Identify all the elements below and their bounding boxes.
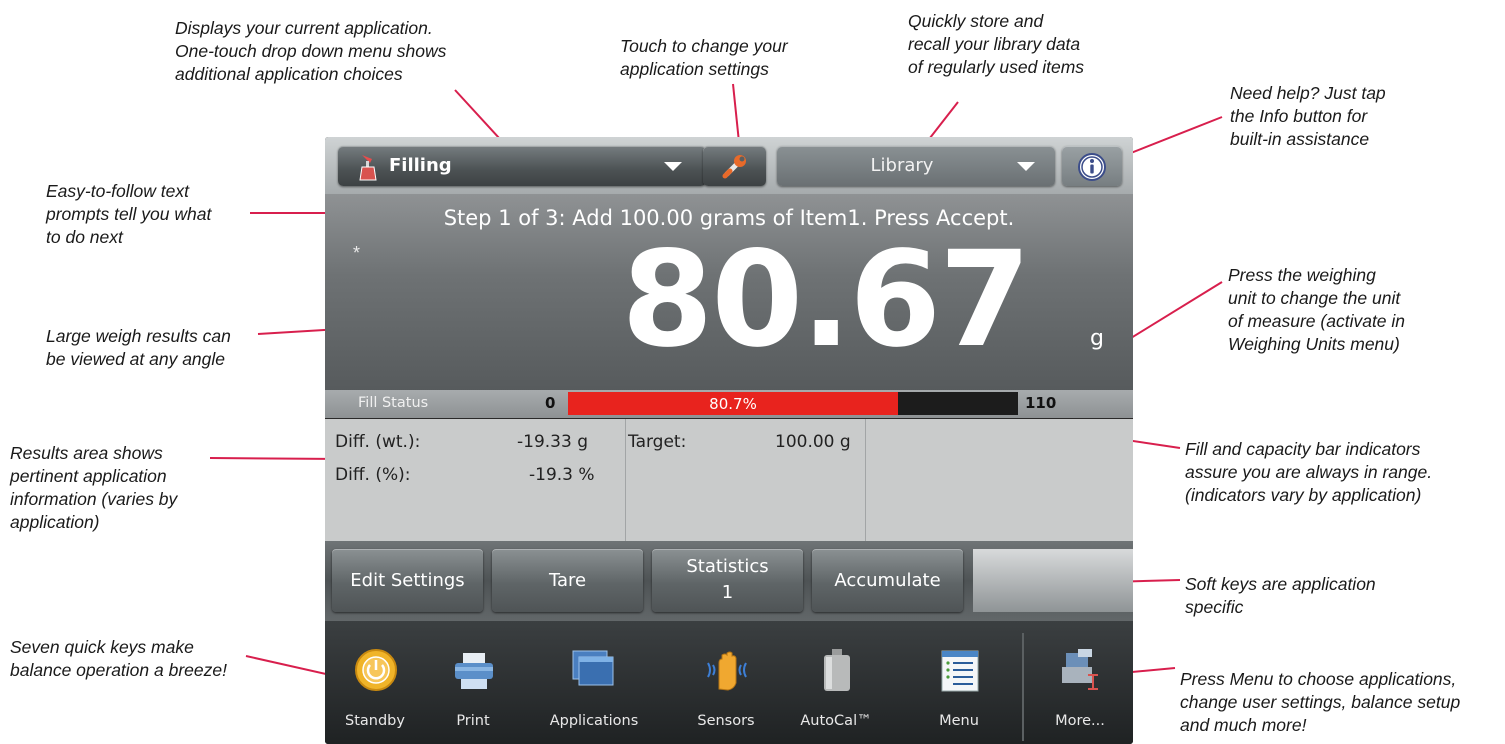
info-icon [1078, 153, 1106, 181]
annotation-settings: Touch to change your application setting… [620, 36, 788, 79]
quick-key-divider [1022, 633, 1024, 741]
diff-wt-label: Diff. (wt.): [335, 432, 421, 452]
annotation-weight: Large weigh results can be viewed at any… [46, 326, 231, 369]
standby-icon [355, 649, 397, 691]
more-key[interactable]: More... [1030, 621, 1130, 744]
applications-label: Applications [549, 713, 639, 729]
more-tools-icon [1062, 649, 1098, 690]
printer-icon [455, 653, 493, 689]
fill-percent: 80.7% [709, 395, 757, 413]
calibration-weight-icon [824, 649, 850, 691]
soft-keys: Edit Settings Tare Statistics 1 Accumula… [325, 541, 1133, 621]
annotation-softkeys: Soft keys are application specific [1185, 574, 1376, 617]
sensors-hand-icon [707, 651, 747, 691]
chevron-down-icon [664, 162, 682, 171]
tare-label: Tare [548, 570, 587, 591]
autocal-key[interactable]: AutoCal™ [786, 621, 886, 744]
annotation-menu: Press Menu to choose applications, chang… [1180, 669, 1461, 735]
target-value: 100.00 g [775, 432, 851, 452]
menu-label: Menu [939, 713, 979, 729]
standby-key[interactable]: Standby [325, 621, 425, 744]
annotation-prompt: Easy-to-follow text prompts tell you wha… [46, 181, 212, 247]
library-dropdown[interactable]: Library [777, 146, 1055, 186]
fill-bar-track: 80.7% [568, 392, 1018, 415]
chevron-down-icon [1017, 162, 1035, 171]
target-label: Target: [628, 432, 687, 452]
balance-screen: Filling Library Step 1 of 3: Add 100.00 … [325, 137, 1133, 744]
print-label: Print [456, 713, 490, 729]
settings-wrench-button[interactable] [703, 146, 766, 186]
filling-icon [359, 155, 377, 181]
annotation-library: Quickly store and recall your library da… [908, 11, 1085, 77]
results-cell-2: Target: 100.00 g [625, 419, 866, 541]
fill-min-value: 0 [545, 394, 556, 412]
results-cell-3 [865, 419, 1133, 541]
fill-max-value: 110 [1025, 394, 1057, 412]
annotation-fill: Fill and capacity bar indicators assure … [1185, 439, 1433, 505]
autocal-label: AutoCal™ [800, 713, 872, 729]
standby-label: Standby [345, 713, 405, 729]
quick-keys: Standby Print Applications Sensors AutoC… [325, 621, 1133, 744]
applications-icon [572, 650, 614, 686]
applications-key[interactable]: Applications [539, 621, 649, 744]
tare-button[interactable]: Tare [492, 549, 643, 612]
application-dropdown[interactable]: Filling [338, 146, 706, 186]
annotation-results: Results area shows pertinent application… [10, 443, 178, 532]
print-key[interactable]: Print [423, 621, 523, 744]
fill-status-label: Fill Status [358, 395, 429, 411]
results-cell-1: Diff. (wt.): -19.33 g Diff. (%): -19.3 % [325, 419, 626, 541]
library-label: Library [870, 155, 934, 176]
menu-list-icon [941, 650, 979, 692]
results-area: Diff. (wt.): -19.33 g Diff. (%): -19.3 %… [325, 419, 1133, 541]
application-label: Filling [389, 155, 452, 176]
stability-marker: * [353, 243, 361, 263]
more-label: More... [1055, 713, 1105, 729]
statistics-count: 1 [721, 582, 734, 603]
diff-pct-label: Diff. (%): [335, 465, 411, 485]
soft-key-blank [973, 549, 1133, 612]
edit-settings-button[interactable]: Edit Settings [332, 549, 483, 612]
weigh-display: Step 1 of 3: Add 100.00 grams of Item1. … [325, 194, 1133, 398]
sensors-key[interactable]: Sensors [676, 621, 776, 744]
annotation-quickkeys: Seven quick keys make balance operation … [10, 637, 227, 680]
edit-settings-label: Edit Settings [350, 570, 465, 591]
menu-key[interactable]: Menu [909, 621, 1009, 744]
accumulate-button[interactable]: Accumulate [812, 549, 963, 612]
sensors-label: Sensors [697, 713, 755, 729]
accumulate-label: Accumulate [834, 570, 941, 591]
statistics-button[interactable]: Statistics 1 [652, 549, 803, 612]
unit-button[interactable]: g [1090, 326, 1104, 351]
statistics-label: Statistics [686, 556, 769, 577]
leader-results [209, 457, 344, 460]
diff-wt-value: -19.33 g [517, 432, 588, 452]
info-button[interactable] [1062, 146, 1122, 186]
top-bar: Filling Library [325, 137, 1133, 194]
fill-status-row: Fill Status 0 80.7% 110 [325, 390, 1133, 418]
annotation-unit: Press the weighing unit to change the un… [1228, 265, 1406, 354]
wrench-icon [722, 155, 746, 179]
annotation-app-menu: Displays your current application. One-t… [175, 18, 447, 84]
weight-value: 80.67 [621, 223, 1031, 377]
annotation-info: Need help? Just tap the Info button for … [1230, 83, 1386, 149]
diff-pct-value: -19.3 % [529, 465, 595, 485]
